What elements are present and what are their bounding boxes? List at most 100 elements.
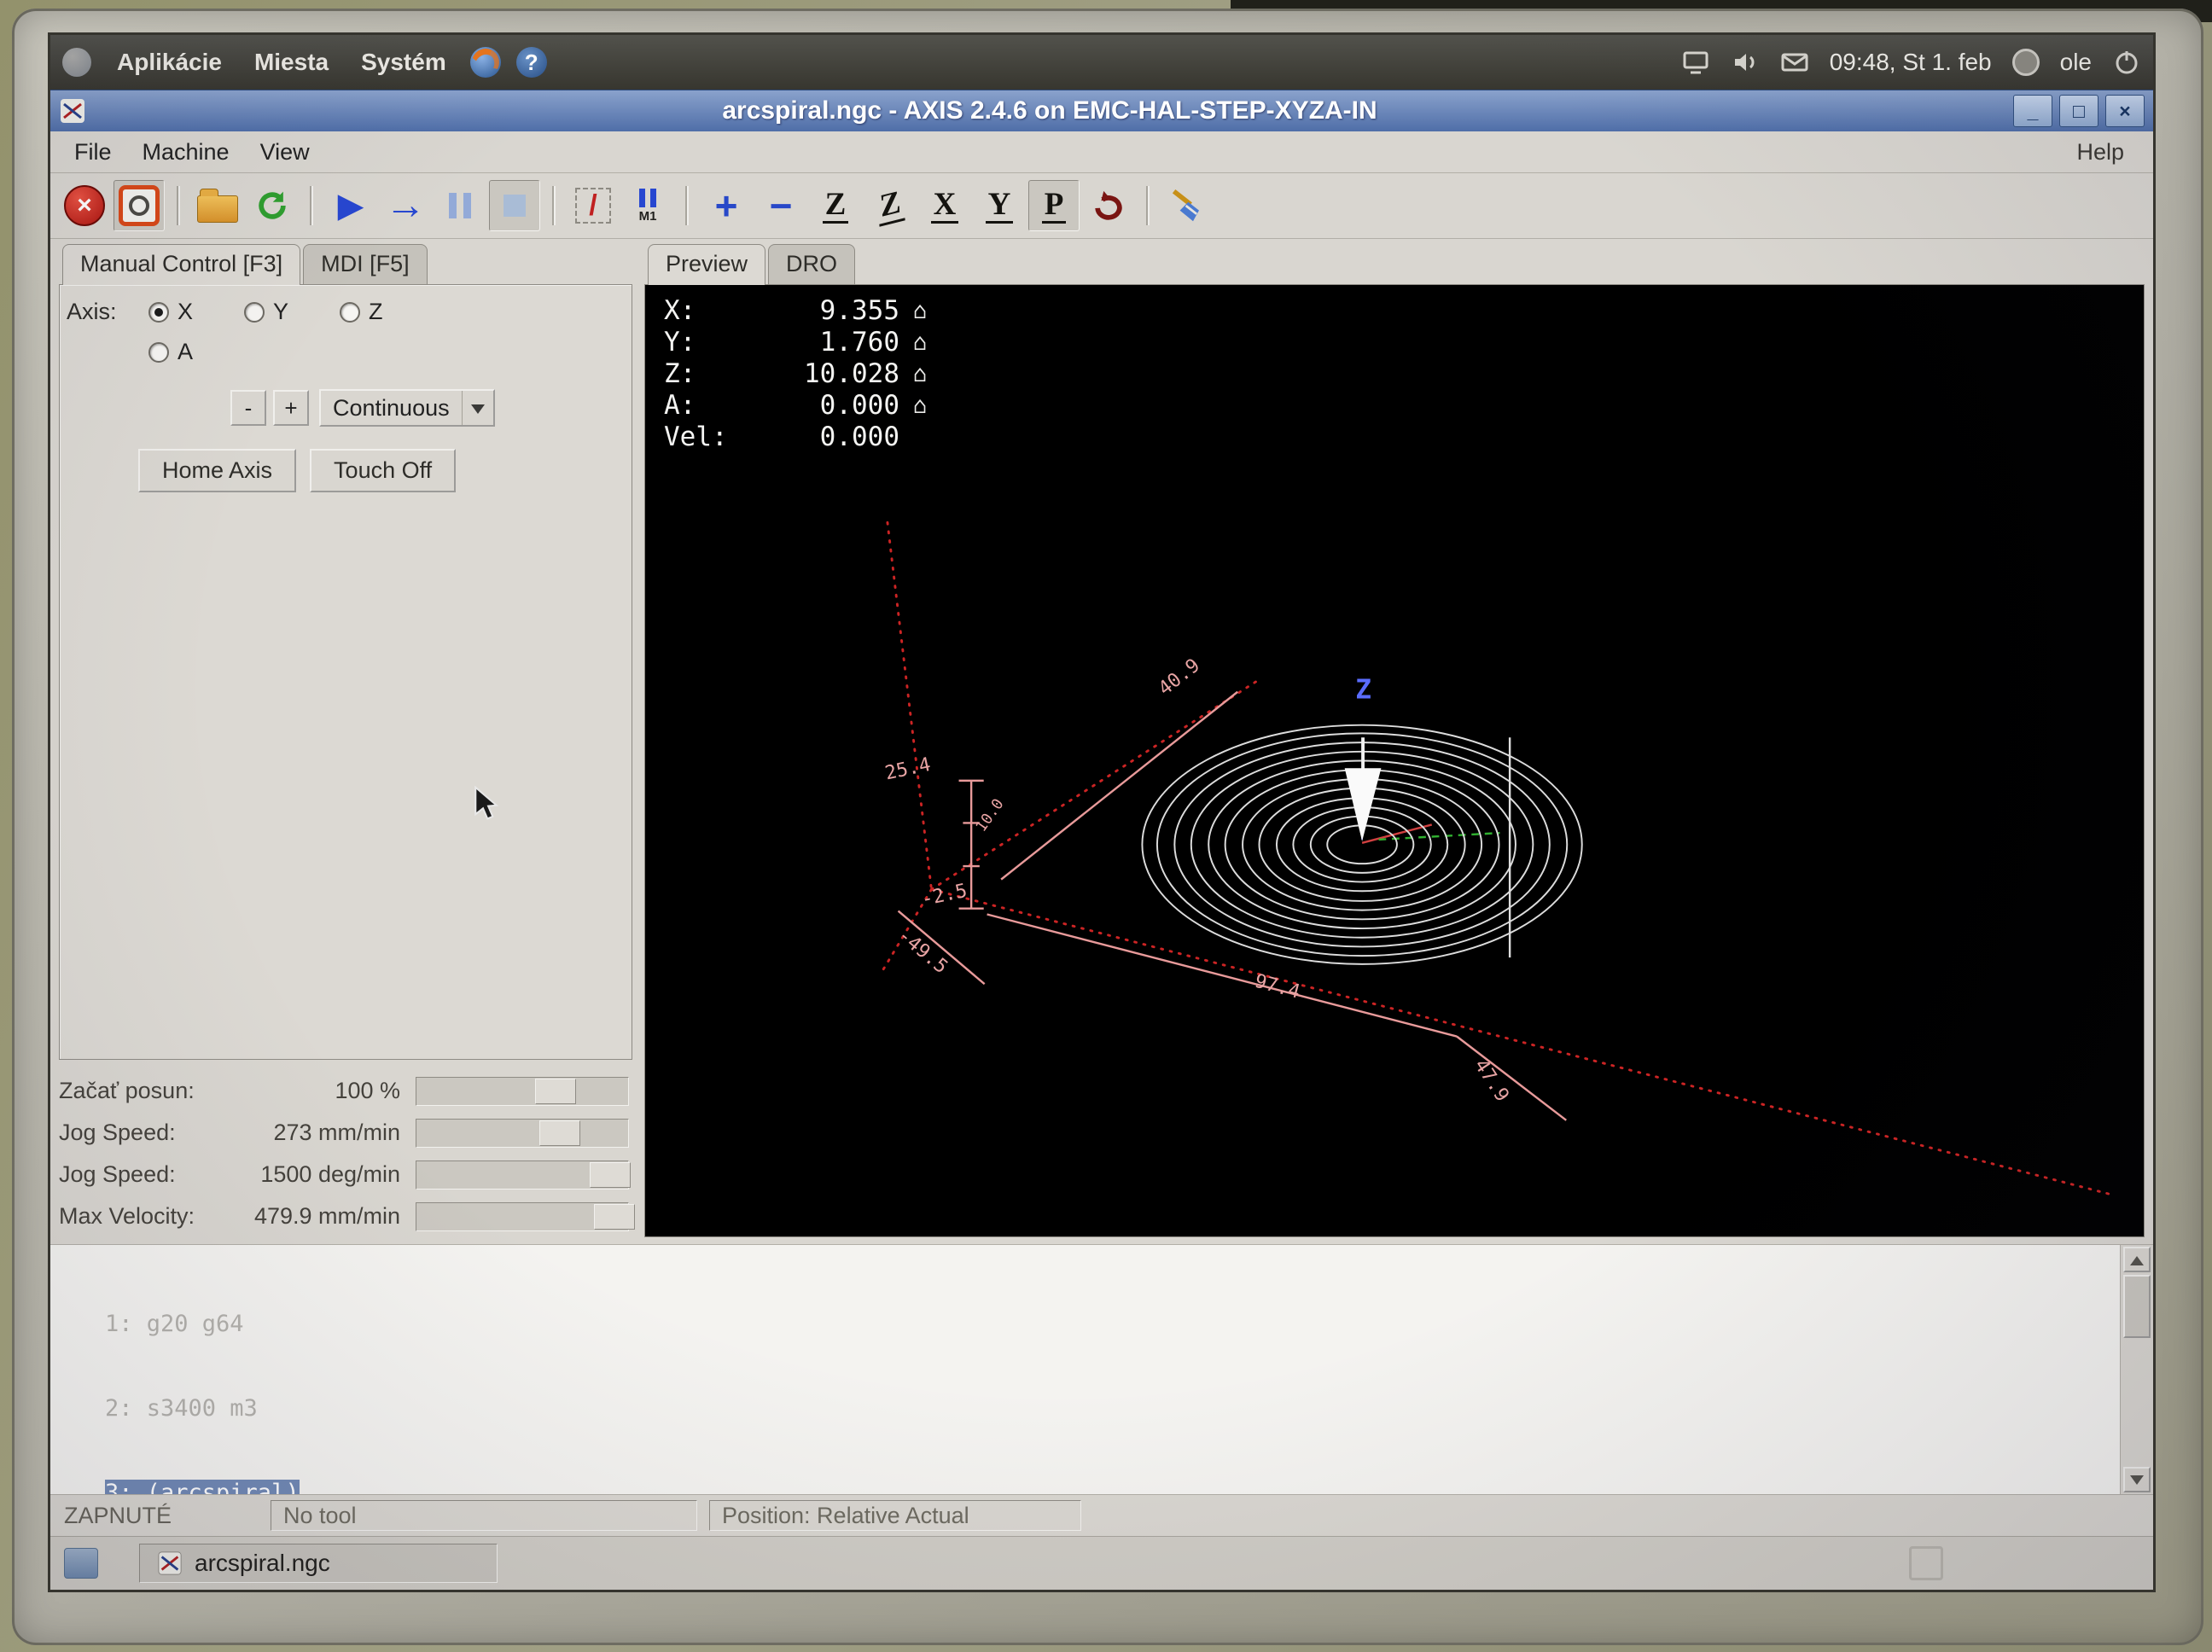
axis-radio-a[interactable]: A: [148, 339, 244, 365]
feed-override-value: 100 %: [245, 1078, 416, 1104]
view-side-x-button[interactable]: X: [919, 180, 970, 231]
scroll-up-icon[interactable]: [2123, 1247, 2151, 1272]
estop-button[interactable]: ×: [59, 180, 110, 231]
radio-a-icon: [148, 342, 169, 363]
monitor-bezel: Aplikácie Miesta Systém ?: [12, 9, 2203, 1645]
distro-logo-icon[interactable]: [62, 48, 91, 77]
photo-background: Aplikácie Miesta Systém ?: [0, 0, 2212, 1652]
mail-icon[interactable]: [1780, 48, 1809, 77]
user-status-icon[interactable]: [2012, 49, 2040, 76]
optional-stop-toggle[interactable]: M1: [622, 180, 673, 231]
angular-jog-speed-slider[interactable]: [416, 1160, 629, 1190]
tab-manual-control[interactable]: Manual Control [F3]: [62, 244, 300, 285]
jog-speed-label: Jog Speed:: [59, 1120, 245, 1146]
power-icon: [119, 185, 160, 226]
volume-icon[interactable]: [1731, 48, 1760, 77]
gcode-listing[interactable]: 1: g20 g64 2: s3400 m3 3: (arcspiral) 4:…: [50, 1244, 2153, 1494]
jog-speed-slider[interactable]: [416, 1119, 629, 1148]
slider-handle[interactable]: [535, 1079, 576, 1104]
view-rotated-z-button[interactable]: Z: [864, 180, 916, 231]
window-titlebar[interactable]: arcspiral.ngc - AXIS 2.4.6 on EMC-HAL-ST…: [50, 90, 2153, 131]
show-desktop-icon[interactable]: [64, 1548, 98, 1579]
open-folder-icon: [197, 195, 238, 223]
gcode-scrollbar[interactable]: [2120, 1245, 2153, 1494]
menu-view[interactable]: View: [245, 134, 325, 171]
reload-file-button[interactable]: [247, 180, 298, 231]
user-menu[interactable]: ole: [2060, 49, 2092, 76]
feed-override-slider[interactable]: [416, 1077, 629, 1106]
machine-power-button[interactable]: [114, 180, 165, 231]
tray-icon[interactable]: [1909, 1546, 1943, 1580]
menu-file[interactable]: File: [59, 134, 127, 171]
dro-readout: X:9.355⌂ Y:1.760⌂ Z:10.028⌂ A:0.000⌂ Vel…: [664, 295, 940, 453]
zoom-in-button[interactable]: +: [701, 180, 752, 231]
jog-minus-button[interactable]: -: [230, 390, 266, 426]
clear-plot-button[interactable]: [1161, 180, 1213, 231]
slider-handle[interactable]: [590, 1162, 631, 1188]
tab-dro[interactable]: DRO: [768, 244, 855, 284]
scroll-thumb[interactable]: [2123, 1275, 2151, 1338]
step-button[interactable]: →: [380, 180, 431, 231]
menu-machine[interactable]: Machine: [127, 134, 245, 171]
maximize-button[interactable]: □: [2059, 95, 2098, 127]
tab-preview[interactable]: Preview: [648, 244, 765, 285]
home-axis-button[interactable]: Home Axis: [138, 449, 296, 492]
axis-radio-y[interactable]: Y: [244, 299, 340, 325]
slider-handle[interactable]: [539, 1120, 580, 1146]
open-file-button[interactable]: [192, 180, 243, 231]
optional-stop-label: M1: [639, 209, 657, 224]
view-top-z-button[interactable]: Z: [810, 180, 861, 231]
shutdown-icon[interactable]: [2112, 48, 2141, 77]
run-program-button[interactable]: ▶: [325, 180, 376, 231]
angular-jog-speed-value: 1500 deg/min: [245, 1161, 416, 1188]
preview-canvas[interactable]: X:9.355⌂ Y:1.760⌂ Z:10.028⌂ A:0.000⌂ Vel…: [644, 284, 2145, 1237]
help-launcher-icon[interactable]: ?: [516, 47, 547, 78]
homed-icon: ⌂: [899, 390, 940, 422]
dro-a-value: 0.000: [753, 390, 899, 422]
dropdown-arrow-icon: [462, 391, 493, 425]
stop-button[interactable]: [489, 180, 540, 231]
minimize-button[interactable]: _: [2013, 95, 2052, 127]
view-z-rotated-icon: Z: [876, 185, 905, 227]
scroll-down-icon[interactable]: [2123, 1467, 2151, 1492]
jog-mode-dropdown[interactable]: Continuous: [319, 389, 495, 427]
reload-icon: [255, 189, 289, 223]
zoom-out-button[interactable]: −: [755, 180, 806, 231]
view-side-y-button[interactable]: Y: [974, 180, 1025, 231]
dro-x-value: 9.355: [753, 295, 899, 327]
jog-speed-value: 273 mm/min: [245, 1120, 416, 1146]
taskbar-window-button[interactable]: arcspiral.ngc: [139, 1544, 498, 1583]
dro-vel-value: 0.000: [753, 422, 899, 453]
panel-menu-system[interactable]: Systém: [347, 44, 460, 81]
display-settings-icon[interactable]: [1681, 48, 1710, 77]
menu-help[interactable]: Help: [2056, 139, 2145, 166]
homed-icon: [899, 422, 940, 453]
axis-radio-z[interactable]: Z: [340, 299, 435, 325]
dro-y-label: Y:: [664, 327, 753, 358]
slash-icon: /: [575, 188, 611, 224]
slider-handle[interactable]: [594, 1204, 635, 1230]
touch-off-button[interactable]: Touch Off: [310, 449, 456, 492]
view-x-icon: X: [931, 189, 959, 224]
taskbar-window-label: arcspiral.ngc: [195, 1550, 330, 1577]
max-velocity-slider[interactable]: [416, 1202, 629, 1231]
axis-logo-icon: [157, 1550, 183, 1576]
close-button[interactable]: ×: [2105, 95, 2145, 127]
machine-state-label: ZAPNUTÉ: [64, 1503, 259, 1529]
view-perspective-button[interactable]: P: [1028, 180, 1080, 231]
max-velocity-value: 479.9 mm/min: [245, 1203, 416, 1230]
toolbar-separator: [685, 186, 689, 225]
tab-mdi[interactable]: MDI [F5]: [303, 244, 428, 284]
pause-button[interactable]: [434, 180, 486, 231]
panel-menu-places[interactable]: Miesta: [241, 44, 342, 81]
jog-plus-button[interactable]: +: [273, 390, 309, 426]
radio-x-icon: [148, 302, 169, 323]
skip-lines-toggle[interactable]: /: [568, 180, 619, 231]
dim-z-bottom: -2.5: [919, 880, 969, 911]
axis-radio-x[interactable]: X: [148, 299, 244, 325]
panel-clock[interactable]: 09:48, St 1. feb: [1830, 49, 1992, 76]
rotate-view-button[interactable]: [1083, 180, 1134, 231]
panel-menu-applications[interactable]: Aplikácie: [103, 44, 236, 81]
dim-z-extent: 25.4: [883, 753, 933, 785]
firefox-launcher-icon[interactable]: [470, 47, 501, 78]
